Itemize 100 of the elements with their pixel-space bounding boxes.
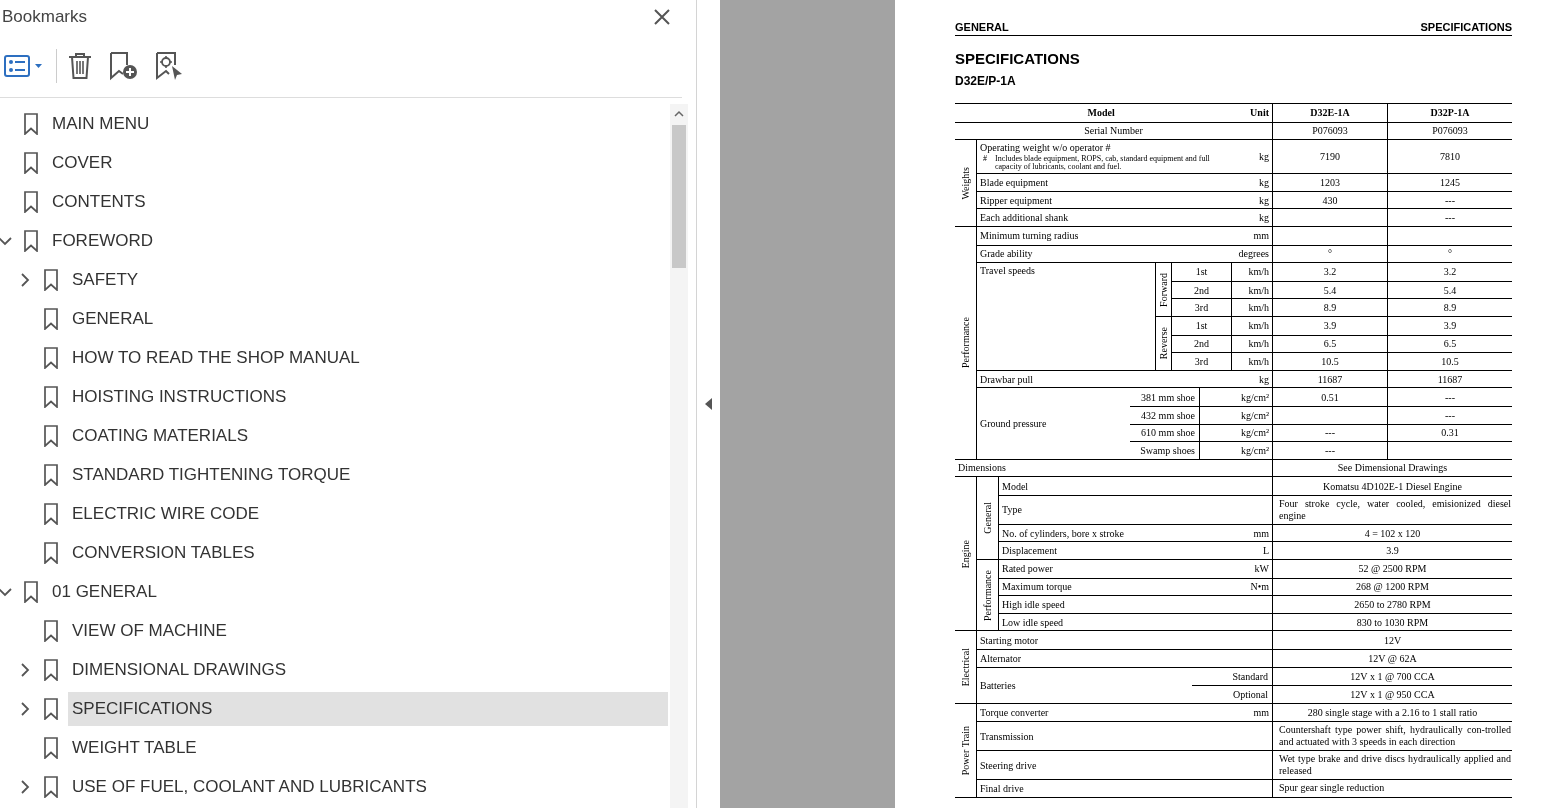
table-cell: 1245 (1387, 174, 1512, 191)
table-cell: 3.9 (1272, 542, 1512, 560)
table-cell: ° (1387, 245, 1512, 263)
table-cell: 1203 (1272, 174, 1387, 191)
table-cell: --- (1272, 424, 1387, 442)
row-label: Serial Number (1083, 124, 1144, 139)
bookmark-item[interactable]: COVER (48, 145, 668, 180)
row-label: Rated power (1001, 562, 1054, 577)
bookmark-icon (24, 190, 38, 213)
bookmark-item[interactable]: HOW TO READ THE SHOP MANUAL (68, 340, 668, 375)
section-label: Performance (981, 569, 994, 621)
bookmark-icon (24, 151, 38, 174)
table-cell: See Dimensional Drawings (1272, 459, 1512, 477)
bookmark-item[interactable]: FOREWORD (48, 223, 668, 258)
table-cell: Countershaft type power shift, hydraulically con-trolled and actuated with 3 speeds in each direction (1272, 722, 1512, 751)
row-label: No. of cylinders, bore x stroke (1001, 526, 1125, 541)
table-cell: --- (1387, 388, 1512, 406)
unit-label: N•m (1249, 580, 1270, 595)
row-label: Torque converter (979, 706, 1050, 721)
table-cell: 430 (1272, 191, 1387, 209)
bookmark-item[interactable]: SAFETY (68, 262, 668, 297)
section-label: Weights (959, 166, 972, 200)
bookmark-item[interactable]: GENERAL (68, 301, 668, 336)
bookmark-item[interactable]: VIEW OF MACHINE (68, 613, 668, 648)
bookmark-item[interactable]: CONVERSION TABLES (68, 535, 668, 570)
table-cell: 280 single stage with a 2.16 to 1 stall ratio (1272, 703, 1512, 722)
row-label: Blade equipment (979, 176, 1050, 190)
row-label: Final drive (979, 782, 1025, 797)
unit-label: mm (1252, 229, 1270, 244)
table-cell: 268 @ 1200 RPM (1272, 578, 1512, 596)
table-cell: 0.51 (1272, 388, 1387, 406)
bookmark-item[interactable]: HOISTING INSTRUCTIONS (68, 379, 668, 414)
collapse-panel-button[interactable] (704, 398, 713, 410)
unit-label: mm (1252, 526, 1270, 541)
unit-label: kg (1258, 193, 1270, 208)
unit-label: kg/cm² (1240, 390, 1270, 405)
table-cell: 11687 (1387, 370, 1512, 388)
bookmark-item[interactable]: COATING MATERIALS (68, 418, 668, 453)
row-label: Low idle speed (1001, 615, 1065, 630)
table-cell: 2nd (1172, 335, 1232, 353)
bookmark-item[interactable]: USE OF FUEL, COOLANT AND LUBRICANTS (68, 769, 668, 804)
unit-label: kg (1258, 176, 1270, 190)
bookmark-item[interactable]: SPECIFICATIONS (68, 691, 668, 726)
row-label: Dimensions (957, 461, 1007, 476)
table-cell: 1st (1172, 316, 1232, 335)
bookmark-item[interactable]: WEIGHT TABLE (68, 730, 668, 765)
panel-title: Bookmarks (2, 7, 88, 27)
table-cell: P076093 (1272, 122, 1387, 140)
table-cell: 6.5 (1387, 335, 1512, 353)
unit-label: km/h (1247, 337, 1270, 352)
table-cell: 6.5 (1272, 335, 1387, 353)
section-label: Reverse (1157, 327, 1170, 360)
table-cell: 12V x 1 @ 700 CCA (1272, 667, 1512, 686)
column-header: D32E-1A (1272, 104, 1387, 122)
delete-button[interactable] (67, 51, 93, 80)
bookmark-item[interactable]: 01 GENERAL (48, 574, 668, 609)
table-cell: 10.5 (1272, 353, 1387, 370)
bookmark-item[interactable]: ELECTRIC WIRE CODE (68, 496, 668, 531)
table-cell: 11687 (1272, 370, 1387, 388)
row-label: Ripper equipment (979, 193, 1053, 208)
table-cell: --- (1272, 442, 1387, 459)
unit-label: kg (1258, 211, 1270, 226)
column-header: Unit (1249, 106, 1270, 121)
table-cell: 7810 (1387, 140, 1512, 174)
table-cell: 12V (1272, 631, 1512, 650)
bookmark-item[interactable]: CONTENTS (48, 184, 668, 219)
table-cell-text: Optional (1232, 688, 1269, 702)
table-cell: 2650 to 2780 RPM (1272, 596, 1512, 613)
footnote-mark: # (983, 155, 988, 166)
scrollbar[interactable] (670, 104, 688, 808)
table-cell: Spur gear single reduction (1272, 780, 1512, 797)
table-cell: 381 mm shoe (1130, 388, 1200, 406)
section-label: General (981, 502, 994, 534)
bookmark-item[interactable]: DIMENSIONAL DRAWINGS (68, 652, 668, 687)
table-cell: 8.9 (1272, 299, 1387, 316)
bookmark-item[interactable]: MAIN MENU (48, 106, 668, 141)
row-label: Alternator (979, 651, 1023, 666)
row-label: Model (1001, 479, 1030, 494)
bookmark-icon (44, 463, 58, 486)
scrollbar-thumb[interactable] (672, 125, 686, 268)
add-bookmark-button[interactable] (109, 50, 139, 81)
row-label: Grade ability (979, 247, 1034, 262)
unit-label: mm (1252, 706, 1270, 721)
table-cell: Swamp shoes (1130, 442, 1200, 459)
table-cell: Wet type brake and drive discs hydraulically applied and released (1272, 751, 1512, 780)
bookmark-icon (44, 424, 58, 447)
unit-label: kg (1258, 150, 1270, 165)
bookmark-item[interactable]: STANDARD TIGHTENING TORQUE (68, 457, 668, 492)
options-menu-button[interactable] (4, 54, 44, 77)
section-label: Performance (959, 317, 972, 369)
close-icon[interactable] (654, 9, 670, 25)
section-label: Forward (1157, 272, 1170, 307)
table-cell: 5.4 (1387, 281, 1512, 299)
row-label: Travel speeds (979, 264, 1036, 279)
running-header: SPECIFICATIONS (1420, 21, 1512, 34)
unit-label: L (1261, 544, 1270, 559)
unit-label: km/h (1247, 354, 1270, 369)
bookmark-icon (44, 268, 58, 291)
bookmark-icon (44, 541, 58, 564)
table-cell: 10.5 (1387, 353, 1512, 370)
